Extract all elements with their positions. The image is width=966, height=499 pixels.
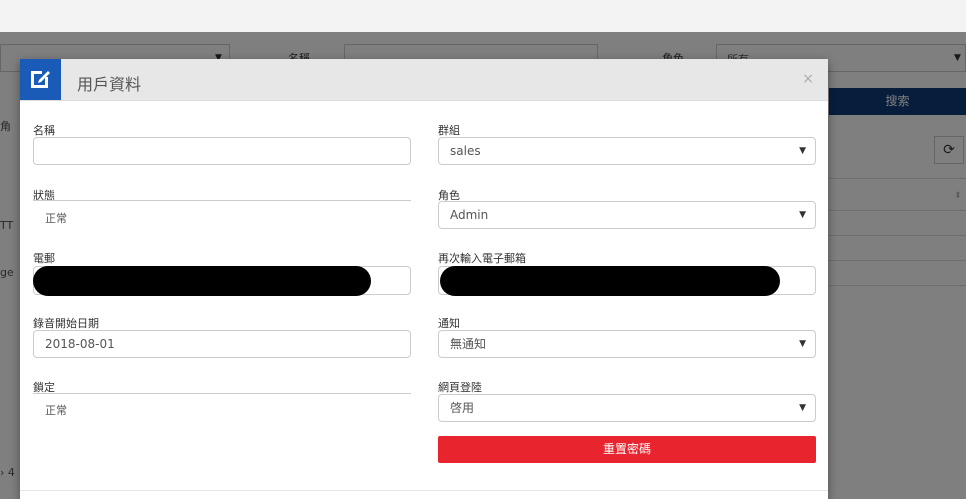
web-login-value: 啓用 [450, 401, 475, 415]
group-value: sales [450, 144, 481, 158]
lock-value: 正常 [45, 404, 67, 417]
name-label: 名稱 [33, 124, 55, 137]
record-date-value: 2018-08-01 [45, 337, 115, 351]
lock-divider [33, 393, 411, 394]
chevron-down-icon: ▼ [799, 146, 806, 156]
notify-label: 通知 [438, 317, 460, 330]
role-select[interactable]: Admin ▼ [438, 201, 816, 229]
chevron-down-icon: ▼ [799, 339, 806, 349]
edit-icon-tile [20, 59, 61, 100]
reset-password-button[interactable]: 重置密碼 [438, 436, 816, 463]
role-value: Admin [450, 208, 489, 222]
modal-title: 用戶資料 [77, 75, 142, 94]
email-confirm-label: 再次輸入電子郵箱 [438, 252, 526, 265]
web-login-select[interactable]: 啓用 ▼ [438, 394, 816, 422]
redaction-bar [33, 266, 371, 296]
modal-header: 用戶資料 × [20, 59, 828, 101]
web-login-label: 網頁登陸 [438, 381, 482, 394]
user-profile-modal: 用戶資料 × 名稱 狀態 正常 電郵 錄音開始日期 2018-08-01 鎖定 … [20, 59, 828, 499]
close-icon[interactable]: × [802, 71, 814, 87]
redaction-bar [440, 266, 780, 296]
record-date-input[interactable]: 2018-08-01 [33, 330, 411, 358]
status-divider [33, 200, 411, 201]
group-label: 群組 [438, 124, 460, 137]
notify-select[interactable]: 無通知 ▼ [438, 330, 816, 358]
chevron-down-icon: ▼ [799, 210, 806, 220]
notify-value: 無通知 [450, 337, 487, 351]
status-value: 正常 [45, 212, 67, 225]
edit-icon [31, 71, 50, 88]
email-label: 電郵 [33, 252, 55, 265]
chevron-down-icon: ▼ [799, 403, 806, 413]
browser-top-bar [0, 0, 966, 32]
record-date-label: 錄音開始日期 [33, 317, 99, 330]
group-select[interactable]: sales ▼ [438, 137, 816, 165]
modal-footer-divider [20, 490, 828, 491]
name-input[interactable] [33, 137, 411, 165]
